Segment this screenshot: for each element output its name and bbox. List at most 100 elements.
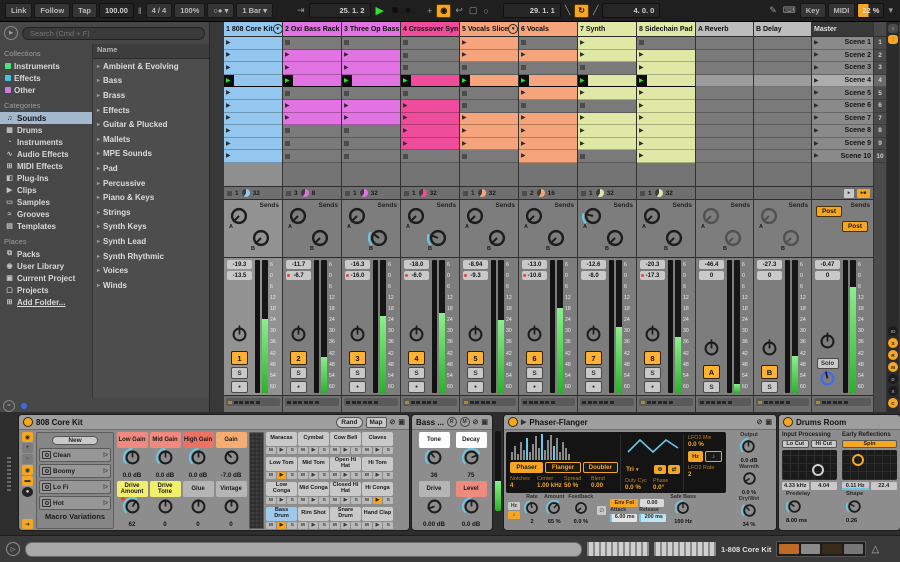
computer-keyboard-icon[interactable]: ⌨ (781, 4, 798, 17)
track-activator-button[interactable]: B (761, 365, 778, 379)
clip-slot[interactable]: ▶ (637, 150, 695, 163)
scene-number[interactable]: 7 (874, 113, 886, 126)
pan-knob[interactable] (584, 325, 603, 349)
pad-solo-button[interactable]: S (287, 447, 298, 454)
place-projects[interactable]: ▢ Projects (0, 284, 92, 296)
send-a-knob[interactable]: A (581, 205, 604, 230)
send-b-knob[interactable]: B (309, 227, 331, 252)
volume-fader[interactable] (785, 260, 790, 393)
mixer-section-toggle-s[interactable]: S (888, 338, 898, 348)
scene-slot[interactable]: ▶ Scene 7 (812, 112, 873, 126)
folder-bass[interactable]: ▸ Bass (93, 74, 209, 89)
pad-mute-button[interactable]: M (362, 472, 372, 479)
quantize-menu[interactable]: 1 Bar ▾ (236, 3, 273, 18)
drum-pad-rim-shot[interactable]: Rim Shot M ▶ S (298, 507, 330, 530)
peak-level-value[interactable]: -27.3 (757, 260, 782, 269)
clip-slot[interactable]: ▶ (578, 49, 636, 63)
track-header[interactable]: 5 Vocals Slice ▾ (460, 22, 518, 37)
hot-swap-icon[interactable]: ⊘ (757, 418, 763, 426)
pad-play-button[interactable]: ▶ (372, 522, 383, 529)
predelay-value[interactable]: 8.00 ms (786, 518, 807, 525)
track-activator-button[interactable]: 3 (349, 351, 366, 365)
clip-slot[interactable]: ▶ (401, 125, 459, 138)
clip-slot[interactable]: ▶ (342, 62, 400, 75)
center-value[interactable]: 1.00 kHz (537, 482, 564, 489)
feedback-invert-button[interactable]: ∅ (597, 506, 607, 515)
track-header[interactable]: 2 Oxi Bass Rack (283, 22, 341, 37)
mixer-section-toggle-m[interactable]: M (888, 362, 898, 372)
clip-slot[interactable]: ▶ (578, 125, 636, 138)
variation-launch-icon[interactable]: ▷ (104, 468, 108, 474)
tab-doubler[interactable]: Doubler (582, 462, 618, 473)
pan-knob[interactable] (818, 332, 837, 356)
sidebar-item-audio-effects[interactable]: ∿ Audio Effects (0, 148, 92, 160)
place-user-library[interactable]: ◉ User Library (0, 260, 92, 272)
scene-number[interactable]: 8 (874, 125, 886, 138)
send-b-knob[interactable]: B (663, 227, 685, 252)
variations-toggle-icon[interactable]: ◉ (22, 465, 33, 475)
pan-knob[interactable] (348, 325, 367, 349)
folder-synth-rhythmic[interactable]: ▸ Synth Rhythmic (93, 249, 209, 264)
volume-value[interactable]: -16.0 (345, 271, 370, 280)
mixer-section-toggle-r[interactable]: R (888, 350, 898, 360)
macro-knob[interactable] (189, 497, 208, 521)
scene-number[interactable]: 3 (874, 62, 886, 75)
macro-label[interactable]: Mid Gain (149, 432, 181, 448)
map-icon[interactable]: M (459, 417, 470, 427)
save-preset-icon[interactable]: ▣ (398, 418, 405, 426)
clip-slot[interactable]: ▶ (637, 49, 695, 63)
macro-knob[interactable] (120, 496, 142, 521)
tap-tempo-button[interactable]: Tap (72, 3, 97, 18)
empty-slot[interactable] (754, 74, 811, 88)
collection-effects[interactable]: Effects (0, 72, 92, 84)
peak-level-value[interactable]: -12.6 (581, 260, 606, 269)
macro-knob[interactable] (461, 496, 481, 521)
track-header[interactable]: 4 Crossover Syn (401, 22, 459, 37)
clip-slot[interactable]: ▶ (342, 112, 400, 126)
clip-slot[interactable]: ▶ (460, 112, 518, 126)
lfo-shape-select[interactable]: Tri (626, 466, 634, 473)
pad-solo-button[interactable]: S (383, 497, 394, 504)
new-variation-button[interactable]: New (52, 436, 98, 445)
dry-wet-knob[interactable] (740, 502, 758, 523)
map-mode-icon[interactable]: ➜ (22, 519, 33, 529)
track-stop-icon[interactable] (227, 190, 232, 196)
arm-button[interactable]: ● (231, 381, 248, 393)
pad-play-button[interactable]: ▶ (340, 497, 351, 504)
hot-swap-icon[interactable]: ⊘ (473, 418, 479, 426)
volume-value[interactable]: -13.5 (227, 271, 252, 280)
folder-effects[interactable]: ▸ Effects (93, 103, 209, 118)
track-stop-icon[interactable] (463, 190, 468, 196)
pad-solo-button[interactable]: S (287, 472, 298, 479)
peak-level-value[interactable]: -18.0 (404, 260, 429, 269)
variation-clean[interactable]: Clean ▷ (39, 448, 111, 462)
input-filter-xy-pad[interactable] (782, 450, 837, 481)
solo-button[interactable]: S (703, 381, 720, 393)
empty-slot[interactable] (754, 87, 811, 100)
empty-clip-slot[interactable] (283, 137, 341, 151)
folder-strings[interactable]: ▸ Strings (93, 205, 209, 220)
device-on-toggle[interactable] (23, 417, 33, 427)
pad-play-button[interactable]: ▶ (308, 522, 319, 529)
clip-slot-playing[interactable]: ▶ (342, 74, 400, 88)
spread-value[interactable]: 50 % (564, 482, 591, 489)
env-amount-value[interactable]: 0.00 (640, 499, 665, 508)
macro-knob[interactable] (424, 448, 444, 472)
clip-slot[interactable]: ▶ (519, 150, 577, 163)
pad-solo-button[interactable]: S (351, 447, 362, 454)
track-activator-button[interactable]: 7 (585, 351, 602, 365)
volume-fader[interactable] (373, 260, 378, 393)
stop-button[interactable]: ■ (389, 5, 401, 16)
empty-clip-slot[interactable] (460, 62, 518, 75)
peak-level-value[interactable]: -13.0 (522, 260, 547, 269)
drum-pad-hi-tom[interactable]: Hi Tom M ▶ S (362, 457, 394, 481)
return-header[interactable]: A Reverb (696, 22, 753, 37)
sidebar-item-clips[interactable]: ▶ Clips (0, 184, 92, 196)
pad-play-button[interactable]: ▶ (372, 447, 383, 454)
macro-label[interactable]: Tone (418, 432, 450, 448)
empty-clip-slot[interactable] (283, 150, 341, 163)
shape-value[interactable]: 0.26 (846, 518, 857, 525)
sidebar-item-drums[interactable]: ▦ Drums (0, 124, 92, 136)
variation-hot[interactable]: Hot ▷ (39, 496, 111, 510)
track-header[interactable]: 8 Sidechain Pad (637, 22, 695, 37)
